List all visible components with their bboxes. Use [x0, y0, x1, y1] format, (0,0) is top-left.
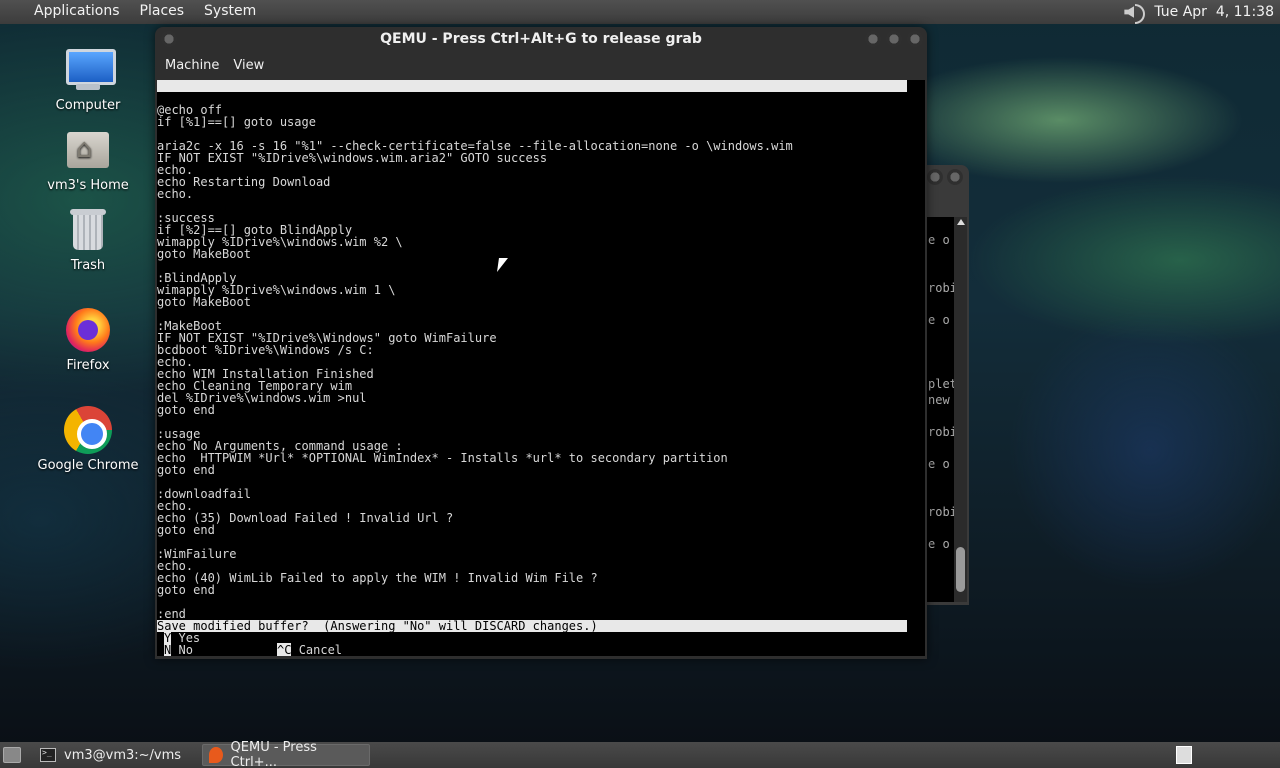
- desktop-icon-trash[interactable]: Trash: [28, 206, 148, 273]
- desktop-icon-computer[interactable]: Computer: [28, 46, 148, 113]
- code-line: echo Restarting Download: [157, 175, 331, 189]
- desktop-icon-label: Google Chrome: [37, 458, 139, 473]
- menu-view[interactable]: View: [226, 51, 271, 80]
- terminal-fragment: robi: [928, 425, 954, 439]
- code-line: :WimFailure: [157, 547, 237, 561]
- code-line: goto end: [157, 403, 215, 417]
- firefox-icon: [64, 306, 112, 354]
- menu-places[interactable]: Places: [130, 0, 195, 24]
- qemu-icon: [209, 747, 223, 763]
- chrome-icon: [64, 406, 112, 454]
- mouse-pointer-icon: [498, 258, 508, 274]
- show-desktop-icon[interactable]: [3, 747, 21, 763]
- code-line: :downloadfail: [157, 487, 251, 501]
- code-line: wimapply %IDrive%\windows.wim 1 \: [157, 283, 396, 297]
- close-button[interactable]: [907, 31, 923, 47]
- taskbar-item-label: vm3@vm3:~/vms: [64, 747, 182, 763]
- window-menu-button[interactable]: [161, 31, 177, 47]
- option-label: No: [178, 643, 193, 656]
- window-buttons: [865, 31, 923, 47]
- option-key: ^C: [277, 643, 292, 656]
- menu-machine[interactable]: Machine: [158, 51, 226, 80]
- desktop-icon-label: vm3's Home: [47, 178, 129, 193]
- computer-icon: [64, 46, 116, 94]
- terminal-icon: [40, 748, 56, 762]
- option-no[interactable]: N No: [164, 643, 193, 656]
- volume-icon[interactable]: [1120, 0, 1146, 24]
- terminal-fragment: e o: [928, 313, 950, 327]
- nano-buffer[interactable]: @echo off if [%1]==[] goto usage aria2c -x…: [157, 104, 917, 620]
- qemu-window[interactable]: QEMU - Press Ctrl+Alt+G to release grab …: [155, 27, 927, 659]
- terminal-fragment: robi: [928, 505, 954, 519]
- desktop-icon-chrome[interactable]: Google Chrome: [28, 406, 148, 473]
- nano-titlebar: GNU nano 2.7.5 File: C:\Windows\system32…: [157, 80, 907, 128]
- code-line: goto end: [157, 523, 215, 537]
- code-line: echo (40) WimLib Failed to apply the WIM…: [157, 571, 598, 585]
- code-line: del %IDrive%\windows.wim >nul: [157, 391, 367, 405]
- qemu-menubar: Machine View: [155, 51, 927, 80]
- desktop-icon-label: Firefox: [66, 358, 110, 373]
- taskbar-item-label: QEMU - Press Ctrl+...: [230, 740, 317, 768]
- taskbar-item-qemu[interactable]: QEMU - Press Ctrl+...: [202, 740, 370, 768]
- option-label: Cancel: [298, 643, 343, 656]
- panel-tray: Tue Apr 4, 11:38: [1120, 0, 1280, 24]
- code-line: echo HTTPWIM *Url* *OPTIONAL WimIndex* -…: [157, 451, 728, 465]
- menu-system[interactable]: System: [194, 0, 266, 24]
- trash-icon: [64, 206, 112, 254]
- home-folder-icon: [64, 126, 112, 174]
- terminal-scrollbar[interactable]: [954, 217, 967, 602]
- code-line: goto end: [157, 463, 215, 477]
- background-terminal-text: e o robi e o plet new robi e o robi e o: [926, 217, 954, 602]
- scroll-up-icon[interactable]: [957, 219, 965, 225]
- code-line: echo (35) Download Failed ! Invalid Url …: [157, 511, 454, 525]
- terminal-fragment: new: [928, 393, 950, 407]
- terminal-fragment: robi: [928, 281, 954, 295]
- terminal-fragment: e o: [928, 537, 950, 551]
- desktop-icon-label: Trash: [70, 258, 106, 273]
- taskbar-item-terminal[interactable]: vm3@vm3:~/vms: [34, 744, 200, 766]
- minimize-button[interactable]: [865, 31, 881, 47]
- top-panel: Applications Places System Tue Apr 4, 11…: [0, 0, 1280, 24]
- code-line: IF NOT EXIST "%IDrive%\windows.wim.aria2…: [157, 151, 548, 165]
- code-line: goto end: [157, 583, 215, 597]
- option-cancel[interactable]: ^C Cancel: [277, 643, 343, 656]
- code-line: goto MakeBoot: [157, 295, 251, 309]
- minimize-button[interactable]: [927, 169, 943, 185]
- window-buttons: [927, 169, 963, 185]
- maximize-button[interactable]: [886, 31, 902, 47]
- option-key: N: [164, 643, 172, 656]
- window-title: QEMU - Press Ctrl+Alt+G to release grab: [380, 31, 702, 47]
- desktop-icon-firefox[interactable]: Firefox: [28, 306, 148, 373]
- workspace-switcher[interactable]: [1176, 746, 1192, 764]
- qemu-titlebar[interactable]: QEMU - Press Ctrl+Alt+G to release grab: [155, 27, 927, 51]
- terminal-fragment: e o: [928, 457, 950, 471]
- desktop-icon-home[interactable]: vm3's Home: [28, 126, 148, 193]
- code-line: goto MakeBoot: [157, 247, 251, 261]
- code-line: if [%1]==[] goto usage: [157, 115, 316, 129]
- bottom-panel: vm3@vm3:~/vms QEMU - Press Ctrl+...: [0, 740, 1280, 768]
- maximize-button[interactable]: [947, 169, 963, 185]
- terminal-fragment: plet: [928, 377, 954, 391]
- background-terminal-window[interactable]: e o robi e o plet new robi e o robi e o: [924, 165, 969, 605]
- code-line: echo.: [157, 187, 194, 201]
- terminal-fragment: e o: [928, 233, 950, 247]
- vm-screen[interactable]: GNU nano 2.7.5 File: C:\Windows\system32…: [157, 80, 925, 656]
- panel-clock[interactable]: Tue Apr 4, 11:38: [1154, 4, 1274, 20]
- desktop-icon-label: Computer: [55, 98, 121, 113]
- menu-applications[interactable]: Applications: [0, 0, 130, 24]
- scrollbar-thumb[interactable]: [956, 547, 965, 592]
- save-prompt: Save modified buffer? (Answering "No" wi…: [157, 620, 907, 632]
- code-line: wimapply %IDrive%\windows.wim %2 \: [157, 235, 403, 249]
- code-line: bcdboot %IDrive%\Windows /s C:: [157, 343, 374, 357]
